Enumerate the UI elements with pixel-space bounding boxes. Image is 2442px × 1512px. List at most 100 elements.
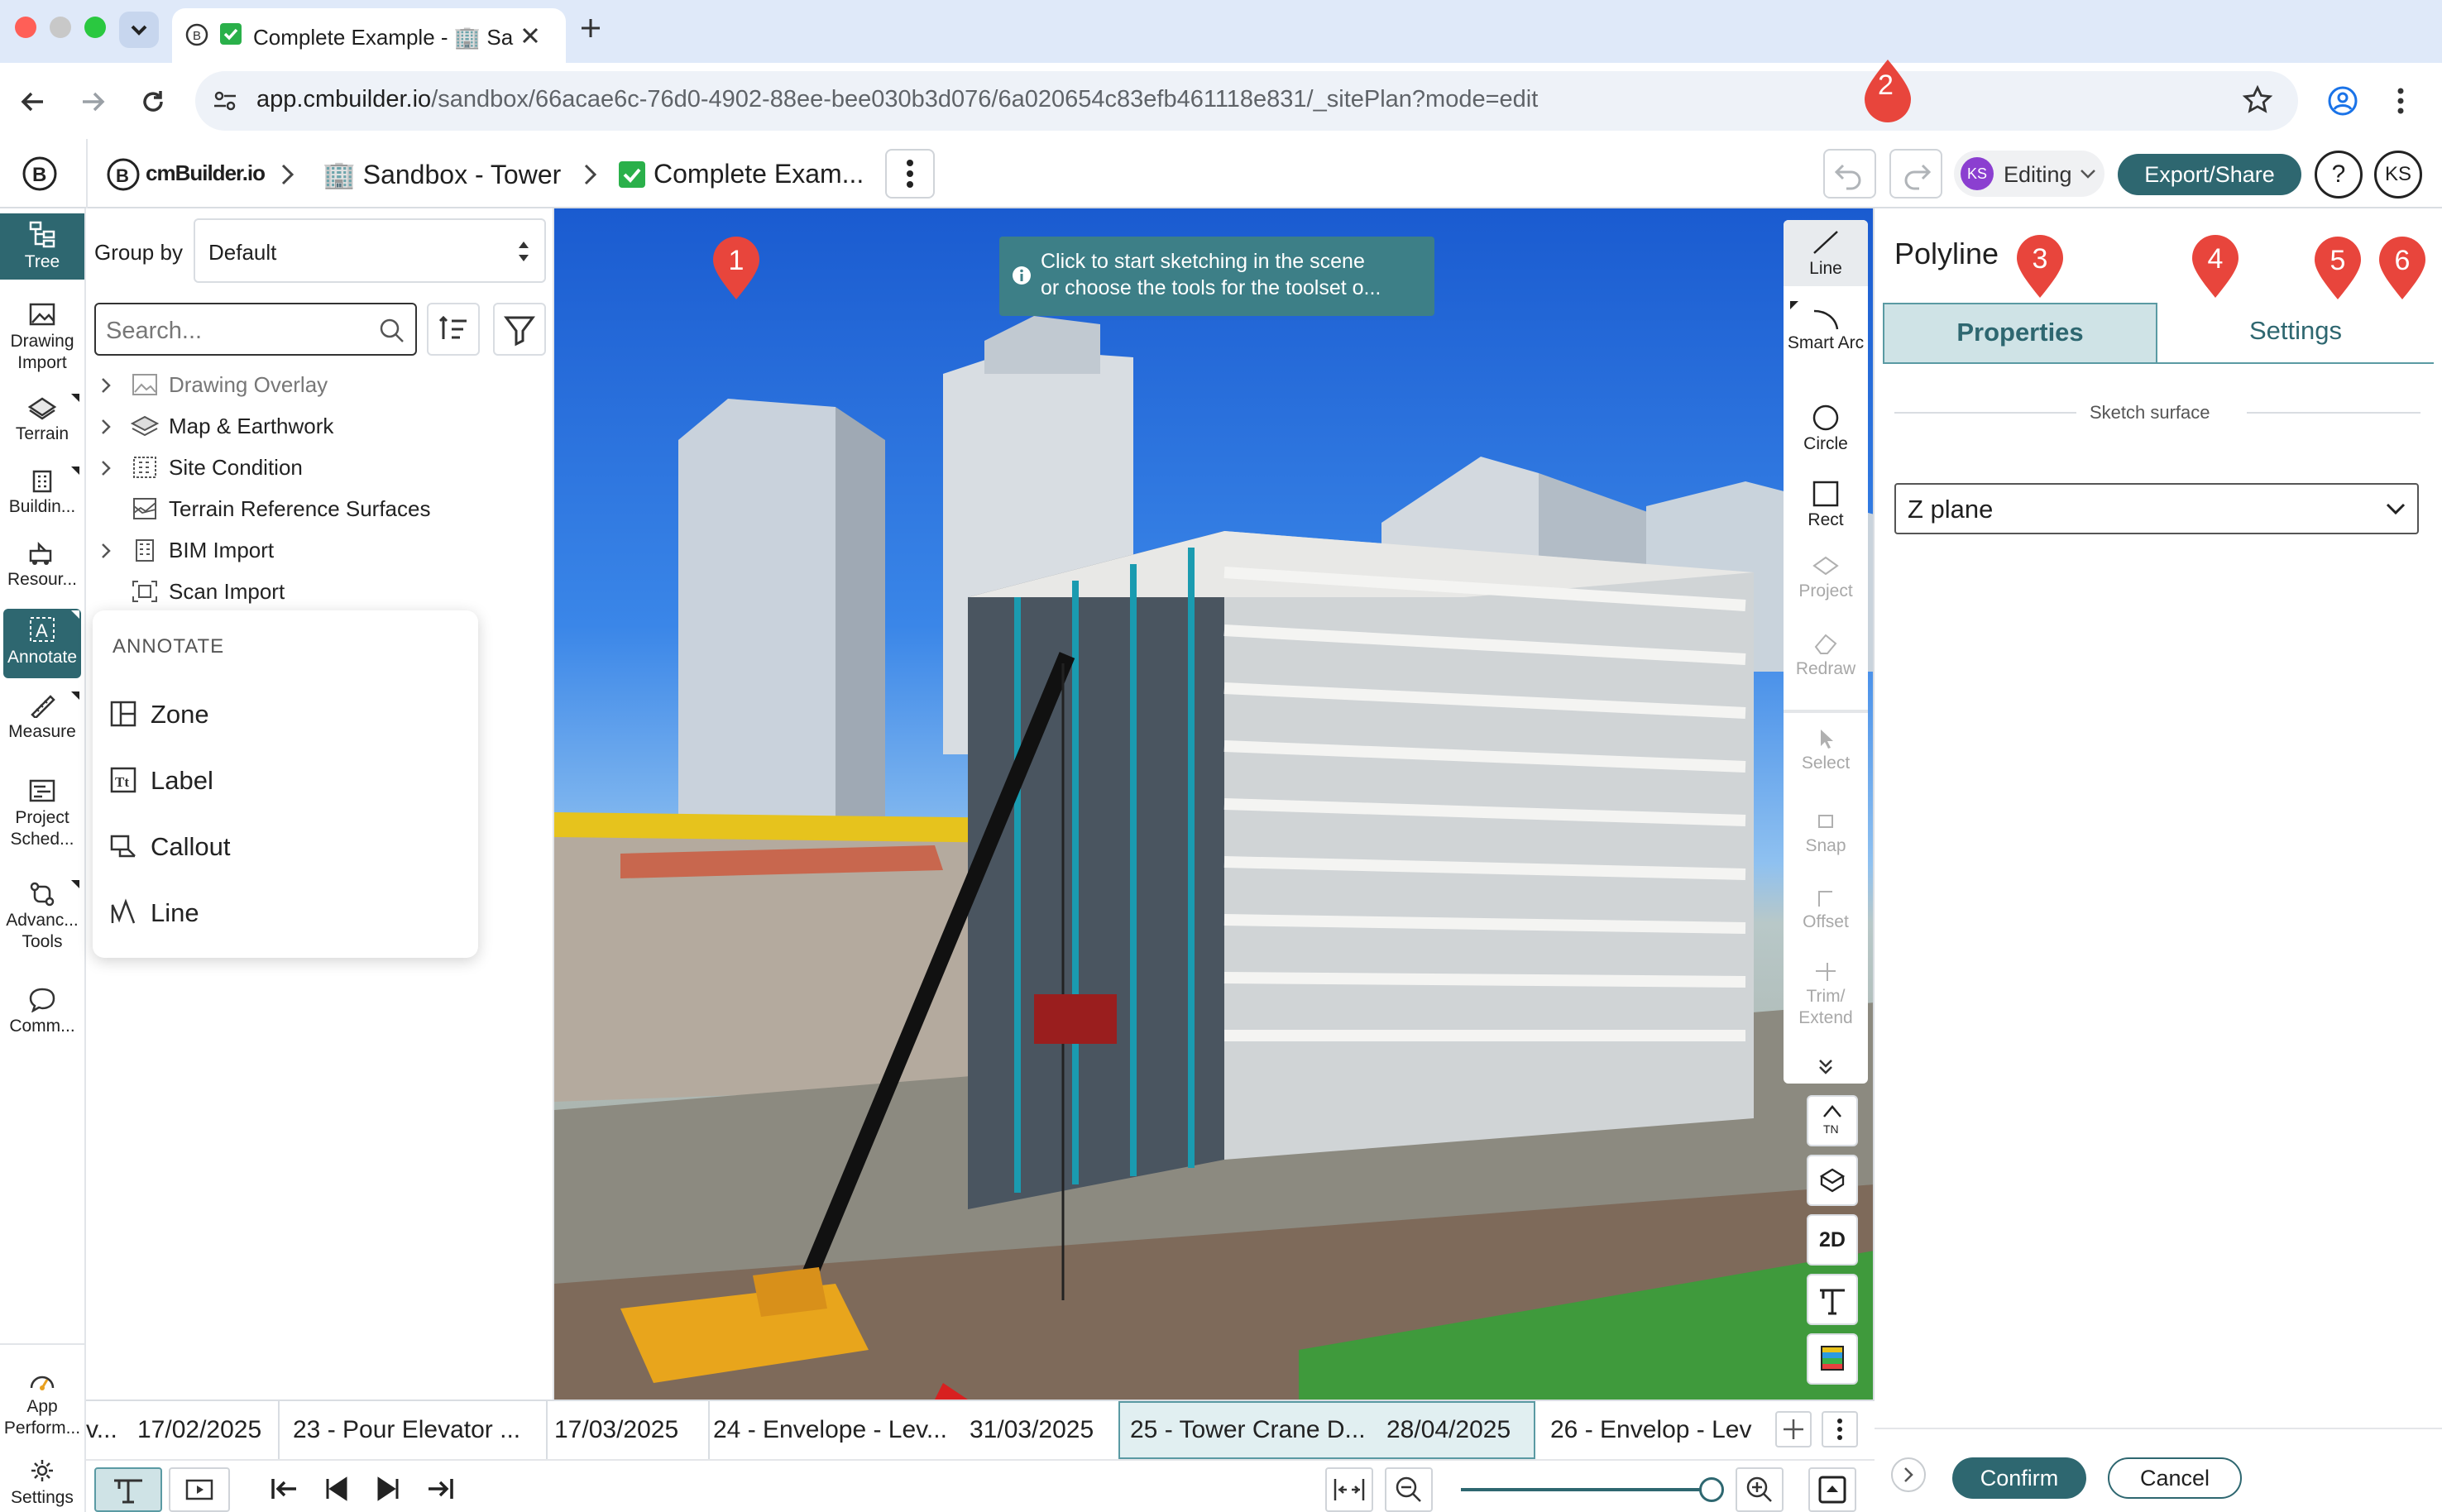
- add-timeline-button[interactable]: [1775, 1411, 1812, 1447]
- zoom-out-button[interactable]: [1385, 1467, 1433, 1512]
- close-tab-icon[interactable]: [520, 25, 541, 46]
- filter-button[interactable]: [493, 303, 546, 356]
- tree-row-terrain-reference[interactable]: Terrain Reference Surfaces: [86, 490, 549, 528]
- video-mode-button[interactable]: [169, 1467, 230, 1512]
- bookmark-star-icon[interactable]: [2242, 84, 2273, 116]
- rail-item-tree[interactable]: Tree: [0, 213, 84, 280]
- skip-to-start-icon[interactable]: [266, 1472, 299, 1505]
- maximize-window-button[interactable]: [84, 17, 106, 38]
- expand-chevron-icon[interactable]: [98, 458, 114, 478]
- layers-color-button[interactable]: [1807, 1333, 1858, 1385]
- tool-trim-extend[interactable]: Trim/ Extend: [1784, 959, 1868, 1029]
- sort-button[interactable]: [427, 303, 480, 356]
- tab-properties[interactable]: Properties: [1883, 303, 2157, 364]
- timeline-task-active[interactable]: 25 - Tower Crane D...: [1130, 1401, 1378, 1459]
- browser-menu-icon[interactable]: [2392, 86, 2409, 116]
- breadcrumb-sandbox[interactable]: 🏢 Sandbox - Tower: [323, 159, 561, 190]
- rail-item-terrain[interactable]: Terrain: [0, 394, 84, 460]
- skip-to-end-icon[interactable]: [425, 1472, 458, 1505]
- timeline-task[interactable]: 23 - Pour Elevator ...: [293, 1401, 541, 1459]
- true-north-button[interactable]: TN: [1807, 1095, 1858, 1146]
- tree-row-drawing-overlay[interactable]: Drawing Overlay: [86, 366, 549, 404]
- rail-item-advanced-tools[interactable]: Advanc... Tools: [0, 880, 84, 969]
- step-forward-icon[interactable]: [372, 1472, 405, 1505]
- tool-redraw[interactable]: Redraw: [1784, 629, 1868, 680]
- redo-button[interactable]: [1889, 149, 1942, 199]
- zoom-slider-track[interactable]: [1461, 1488, 1712, 1491]
- tab-list-button[interactable]: [119, 12, 159, 48]
- site-settings-icon[interactable]: [212, 88, 238, 114]
- expand-chevron-icon[interactable]: [98, 376, 114, 395]
- back-icon[interactable]: [18, 88, 46, 116]
- annotate-item-callout[interactable]: Callout: [109, 821, 457, 870]
- timeline-menu-button[interactable]: [1822, 1411, 1858, 1447]
- tree-row-scan-import[interactable]: Scan Import: [86, 572, 549, 610]
- tree-row-site-condition[interactable]: Site Condition: [86, 448, 549, 486]
- crane-view-button[interactable]: [1807, 1274, 1858, 1325]
- export-share-button[interactable]: Export/Share: [2118, 154, 2301, 195]
- rail-item-drawing-import[interactable]: Drawing Import: [0, 301, 84, 380]
- timeline-task[interactable]: 26 - Envelop - Lev: [1550, 1401, 1762, 1459]
- tool-circle[interactable]: Circle: [1784, 404, 1868, 455]
- tool-project[interactable]: Project: [1784, 551, 1868, 602]
- profile-icon[interactable]: [2326, 84, 2359, 117]
- expand-down-icon[interactable]: [1815, 1055, 1836, 1077]
- sketch-surface-select[interactable]: Z plane: [1894, 483, 2419, 534]
- 3d-scene-viewport[interactable]: [554, 208, 1875, 1400]
- app-logo-icon[interactable]: B: [22, 156, 58, 192]
- breadcrumb-page[interactable]: Complete Exam...: [654, 159, 864, 189]
- tool-snap[interactable]: Snap: [1784, 809, 1868, 857]
- tree-row-map-earthwork[interactable]: Map & Earthwork: [86, 407, 549, 445]
- group-by-select[interactable]: Default: [194, 218, 546, 283]
- undo-button[interactable]: [1823, 149, 1876, 199]
- timeline-date[interactable]: 17/03/2025: [554, 1401, 703, 1459]
- fit-range-button[interactable]: [1325, 1467, 1373, 1512]
- new-tab-icon[interactable]: [579, 17, 602, 40]
- timeline-cell[interactable]: v...: [86, 1401, 119, 1459]
- minimize-window-button[interactable]: [50, 17, 71, 38]
- rail-item-settings[interactable]: Settings: [0, 1457, 84, 1510]
- tool-select[interactable]: Select: [1784, 726, 1868, 774]
- close-window-button[interactable]: [15, 17, 36, 38]
- annotate-item-label[interactable]: Tt Label: [109, 754, 457, 804]
- timeline-date-active[interactable]: 28/04/2025: [1386, 1401, 1527, 1459]
- help-button[interactable]: ?: [2315, 151, 2363, 199]
- timeline-date[interactable]: 31/03/2025: [970, 1401, 1108, 1459]
- tool-rect[interactable]: Rect: [1784, 480, 1868, 531]
- search-input[interactable]: Search...: [94, 303, 417, 356]
- timeline-task[interactable]: 24 - Envelope - Lev...: [713, 1401, 961, 1459]
- zoom-slider-handle[interactable]: [1699, 1477, 1724, 1502]
- page-menu-button[interactable]: [885, 149, 935, 199]
- rail-item-measure[interactable]: Measure: [0, 691, 84, 758]
- cancel-button[interactable]: Cancel: [2108, 1457, 2242, 1499]
- rail-item-resources[interactable]: Resour...: [0, 539, 84, 605]
- collapse-panel-button[interactable]: [1891, 1457, 1926, 1492]
- tool-offset[interactable]: Offset: [1784, 885, 1868, 933]
- annotate-item-line[interactable]: Line: [109, 887, 457, 936]
- reload-icon[interactable]: [139, 88, 167, 116]
- tool-line[interactable]: Line: [1784, 228, 1868, 280]
- forward-icon[interactable]: [79, 88, 108, 116]
- annotate-item-zone[interactable]: Zone: [109, 688, 457, 738]
- confirm-button[interactable]: Confirm: [1952, 1457, 2086, 1499]
- rail-item-building[interactable]: Buildin...: [0, 467, 84, 533]
- 2d-view-button[interactable]: 2D: [1807, 1214, 1858, 1266]
- expand-timeline-button[interactable]: [1808, 1467, 1856, 1512]
- editing-mode-dropdown[interactable]: KS Editing: [1954, 151, 2104, 197]
- browser-tab[interactable]: B Complete Example - 🏢 Sa: [172, 8, 566, 63]
- crane-mode-button[interactable]: [94, 1467, 162, 1512]
- timeline-date[interactable]: 17/02/2025: [137, 1401, 276, 1459]
- rail-item-annotate[interactable]: A Annotate: [3, 609, 81, 678]
- expand-chevron-icon[interactable]: [98, 417, 114, 437]
- step-back-icon[interactable]: [319, 1472, 352, 1505]
- tool-smart-arc[interactable]: Smart Arc: [1784, 306, 1868, 354]
- rail-item-comments[interactable]: Comm...: [0, 986, 84, 1052]
- expand-chevron-icon[interactable]: [98, 541, 114, 561]
- rail-item-app-performance[interactable]: App Perform...: [0, 1366, 84, 1438]
- tree-row-bim-import[interactable]: BIM Import: [86, 531, 549, 569]
- tab-settings[interactable]: Settings: [2157, 303, 2434, 364]
- zoom-in-button[interactable]: [1736, 1467, 1784, 1512]
- rail-item-project-schedule[interactable]: Project Sched...: [0, 778, 84, 860]
- view-cube-button[interactable]: [1807, 1155, 1858, 1206]
- user-avatar-button[interactable]: KS: [2374, 151, 2422, 199]
